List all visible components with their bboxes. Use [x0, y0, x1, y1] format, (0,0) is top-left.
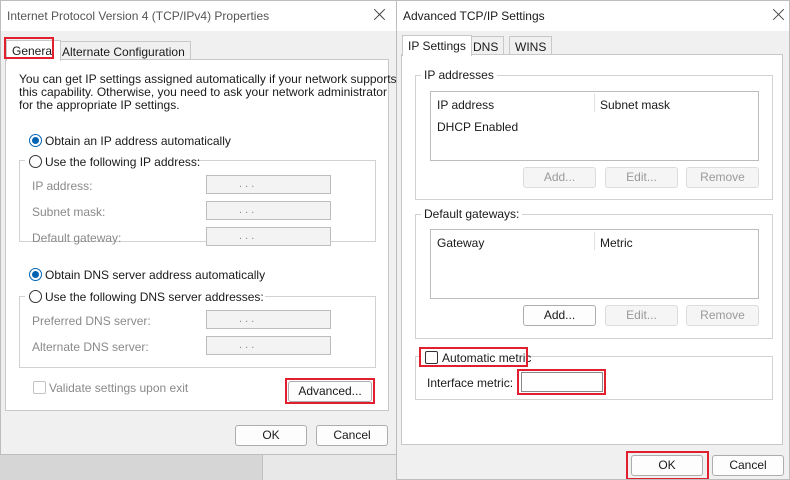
advanced-tcpip-dialog: Advanced TCP/IP Settings IP Settings DNS…	[396, 0, 790, 480]
tab-dns[interactable]: DNS	[467, 36, 505, 55]
obtain-ip-auto-radio[interactable]	[29, 134, 42, 147]
use-following-ip-radio[interactable]	[29, 155, 42, 168]
background-window	[262, 455, 398, 480]
obtain-dns-auto-label: Obtain DNS server address automatically	[45, 268, 266, 282]
gateway-add-button[interactable]: Add...	[523, 305, 596, 326]
ip-addresses-list[interactable]: IP address Subnet mask DHCP Enabled	[430, 91, 759, 161]
description-line-3: for the appropriate IP settings.	[19, 98, 180, 112]
ipv4-titlebar: Internet Protocol Version 4 (TCP/IPv4) P…	[1, 1, 396, 31]
highlight-advanced-button	[285, 378, 375, 404]
tab-wins[interactable]: WINS	[509, 36, 553, 55]
ipv4-cancel-button[interactable]: Cancel	[316, 425, 388, 446]
alternate-dns-label: Alternate DNS server:	[32, 340, 149, 354]
gateways-legend: Default gateways:	[421, 207, 523, 221]
ip-settings-panel: IP addresses IP address Subnet mask DHCP…	[401, 54, 783, 445]
description-line-1: You can get IP settings assigned automat…	[19, 72, 397, 86]
ip-edit-button[interactable]: Edit...	[605, 167, 678, 188]
gateways-list[interactable]: Gateway Metric	[430, 229, 759, 299]
ipv4-general-panel: You can get IP settings assigned automat…	[5, 59, 396, 411]
highlight-automatic-metric	[419, 347, 528, 367]
tab-alternate-configuration[interactable]: Alternate Configuration	[56, 41, 191, 60]
static-dns-group	[19, 296, 376, 368]
use-following-dns-label: Use the following DNS server addresses:	[45, 290, 264, 304]
ip-address-column-header[interactable]: IP address	[437, 98, 494, 112]
advanced-titlebar: Advanced TCP/IP Settings	[397, 1, 789, 31]
highlight-interface-metric	[517, 369, 606, 395]
description-line-2: this capability. Otherwise, you need to …	[19, 85, 387, 99]
obtain-dns-auto-radio[interactable]	[29, 268, 42, 281]
alternate-dns-field[interactable]: . . .	[206, 336, 331, 355]
subnet-mask-field[interactable]: . . .	[206, 201, 331, 220]
validate-settings-label: Validate settings upon exit	[49, 381, 189, 395]
ipv4-properties-dialog: Internet Protocol Version 4 (TCP/IPv4) P…	[0, 0, 397, 455]
advanced-dialog-title: Advanced TCP/IP Settings	[403, 9, 545, 23]
preferred-dns-field[interactable]: . . .	[206, 310, 331, 329]
highlight-ok-button	[626, 451, 709, 479]
advanced-cancel-button[interactable]: Cancel	[712, 455, 784, 476]
use-following-ip-label: Use the following IP address:	[45, 155, 201, 169]
ipv4-ok-button[interactable]: OK	[235, 425, 307, 446]
default-gateway-label: Default gateway:	[32, 231, 122, 245]
ip-addresses-legend: IP addresses	[421, 68, 497, 82]
gateway-edit-button[interactable]: Edit...	[605, 305, 678, 326]
metric-column-header[interactable]: Metric	[600, 236, 633, 250]
preferred-dns-label: Preferred DNS server:	[32, 314, 151, 328]
ip-address-label: IP address:	[32, 179, 93, 193]
use-following-dns-radio[interactable]	[29, 290, 42, 303]
gateway-remove-button[interactable]: Remove	[686, 305, 759, 326]
ipv4-dialog-title: Internet Protocol Version 4 (TCP/IPv4) P…	[7, 9, 270, 23]
gateway-column-header[interactable]: Gateway	[437, 236, 484, 250]
ip-address-field[interactable]: . . .	[206, 175, 331, 194]
subnet-mask-column-header[interactable]: Subnet mask	[600, 98, 670, 112]
list-item[interactable]: DHCP Enabled	[437, 120, 518, 134]
subnet-mask-label: Subnet mask:	[32, 205, 106, 219]
ip-remove-button[interactable]: Remove	[686, 167, 759, 188]
ipv4-close-icon[interactable]	[370, 5, 390, 25]
obtain-ip-auto-label: Obtain an IP address automatically	[45, 134, 231, 148]
tab-ip-settings[interactable]: IP Settings	[402, 35, 472, 56]
ip-add-button[interactable]: Add...	[523, 167, 596, 188]
interface-metric-label: Interface metric:	[427, 376, 514, 390]
gateway-column-separator	[594, 232, 595, 250]
ip-column-separator	[594, 94, 595, 112]
advanced-close-icon[interactable]	[769, 5, 789, 25]
highlight-general-tab	[4, 37, 54, 59]
default-gateway-field[interactable]: . . .	[206, 227, 331, 246]
validate-settings-checkbox[interactable]	[33, 381, 46, 394]
